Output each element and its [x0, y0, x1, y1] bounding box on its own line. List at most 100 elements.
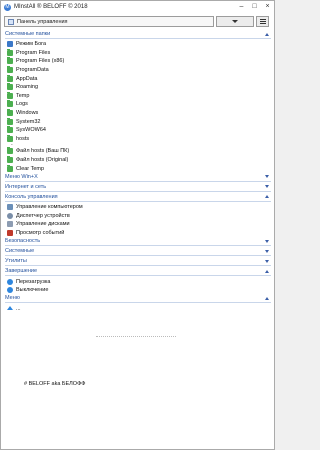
hamburger-icon [259, 19, 266, 20]
chevron-down-icon[interactable] [265, 184, 270, 189]
section-divider [5, 275, 271, 277]
list-item[interactable]: ... [5, 304, 271, 313]
folder-icon [7, 57, 13, 65]
folder-icon [7, 66, 13, 74]
folder-icon [7, 134, 13, 142]
section-title: Консоль управления [5, 193, 58, 200]
section-title: Меню Win+X [5, 173, 38, 180]
folder-icon [7, 117, 13, 125]
section-title: Безопасность [5, 238, 41, 245]
list-item[interactable]: Перезагрузка [5, 277, 271, 286]
folder-icon [7, 74, 13, 82]
disk-management-icon [7, 221, 13, 228]
chevron-up-icon[interactable] [265, 269, 270, 274]
list-item-label: Windows [16, 110, 39, 117]
list-item-label: Logs [16, 101, 28, 108]
section-header[interactable]: Завершение [5, 267, 271, 275]
list-item-label: Просмотр событий [16, 229, 65, 236]
folder-icon [7, 83, 13, 91]
list-item[interactable]: Диспетчер устройств [5, 212, 271, 221]
title-bar[interactable]: M MInstAll ® BELOFF © 2018 – □ × [1, 1, 274, 13]
list-item-label: Clear Temp [16, 165, 45, 172]
section-header[interactable]: Утилиты [5, 257, 271, 265]
chevron-down-icon[interactable] [265, 259, 270, 264]
section-divider [5, 180, 271, 182]
close-button[interactable]: × [261, 1, 274, 13]
list-item-label: Выключение [16, 287, 49, 294]
section-title: Интернет и сеть [5, 183, 47, 190]
section-header[interactable]: Консоль управления [5, 193, 271, 201]
device-manager-icon [7, 212, 13, 219]
section-title: Завершение [5, 268, 37, 275]
list-item[interactable]: Управление дисками [5, 220, 271, 229]
chevron-up-icon[interactable] [265, 296, 270, 301]
list-item-label: ProgramData [16, 67, 49, 74]
list-item[interactable]: SysWOW64 [5, 126, 271, 135]
list-item[interactable]: hosts [5, 134, 271, 144]
section-divider [5, 302, 271, 304]
control-panel-icon [8, 18, 14, 25]
section-title: Утилиты [5, 258, 27, 265]
section-header[interactable]: Системные [5, 247, 271, 255]
section-divider [5, 265, 271, 267]
folder-icon [7, 156, 13, 164]
restart-icon [7, 278, 13, 285]
sections-list: Системные папки Режим Бога Program Files Pr… [5, 30, 271, 313]
list-item[interactable]: Clear Temp [5, 164, 271, 173]
list-item[interactable]: Temp [5, 91, 271, 101]
folder-icon [7, 100, 13, 108]
maximize-button[interactable]: □ [248, 1, 261, 13]
section-header[interactable]: Интернет и сеть [5, 183, 271, 191]
list-item[interactable]: Режим Бога [5, 40, 271, 49]
chevron-down-icon [232, 20, 238, 23]
list-item[interactable]: AppData [5, 74, 271, 83]
folder-icon [7, 126, 13, 134]
menu-button[interactable] [256, 16, 269, 27]
chevron-up-icon[interactable] [265, 194, 270, 199]
list-item-label: Roaming [16, 84, 39, 91]
list-item-label: Режим Бога [16, 41, 47, 48]
up-arrow-icon [7, 305, 13, 312]
category-select-value: Панель управления [17, 18, 68, 25]
folder-icon [7, 109, 13, 117]
chevron-down-icon[interactable] [265, 249, 270, 254]
list-item[interactable]: Управление компьютером [5, 203, 271, 212]
list-item[interactable]: Program Files [5, 48, 271, 58]
section-divider [5, 190, 271, 192]
category-select[interactable]: Панель управления [4, 16, 214, 27]
app-icon: M [4, 3, 11, 11]
chevron-down-icon[interactable] [265, 174, 270, 179]
folder-icon [7, 147, 13, 155]
list-item[interactable]: System32 [5, 117, 271, 126]
divider [96, 336, 176, 337]
section-divider [5, 255, 271, 257]
list-item-label: Temp [16, 92, 30, 99]
chevron-down-icon[interactable] [265, 239, 270, 244]
list-item[interactable]: Файл hosts (Ваш ПК) [5, 147, 271, 156]
computer-management-icon [7, 204, 13, 211]
list-item[interactable]: Файл hosts (Original) [5, 156, 271, 165]
window-title: MInstAll ® BELOFF © 2018 [14, 4, 88, 10]
section-header[interactable]: Меню Win+X [5, 173, 271, 181]
list-item-label: AppData [16, 75, 38, 82]
list-item[interactable]: Просмотр событий [5, 229, 271, 238]
list-item[interactable]: Program Files (x86) [5, 57, 271, 66]
app-window: M MInstAll ® BELOFF © 2018 – □ × Панель … [0, 0, 275, 450]
section-header[interactable]: Системные папки [5, 30, 271, 38]
footer-text: # BELOFF aka БЕЛОФФ [24, 381, 86, 387]
chevron-up-icon[interactable] [265, 32, 270, 37]
section-header[interactable]: Безопасность [5, 237, 271, 245]
list-item-label: Управление дисками [16, 221, 70, 228]
list-item[interactable]: ProgramData [5, 66, 271, 75]
god-mode-icon [7, 41, 13, 48]
list-item-label: Перезагрузка [16, 278, 51, 285]
list-item[interactable]: Выключение [5, 286, 271, 295]
list-item[interactable]: Logs [5, 100, 271, 109]
minimize-button[interactable]: – [235, 1, 248, 13]
section-header[interactable]: Меню [5, 294, 271, 302]
list-item-label: Диспетчер устройств [16, 212, 70, 219]
list-item[interactable]: Windows [5, 109, 271, 118]
dropdown-button[interactable] [216, 16, 254, 27]
list-item[interactable]: Roaming [5, 83, 271, 92]
list-item-label: Управление компьютером [16, 204, 83, 211]
